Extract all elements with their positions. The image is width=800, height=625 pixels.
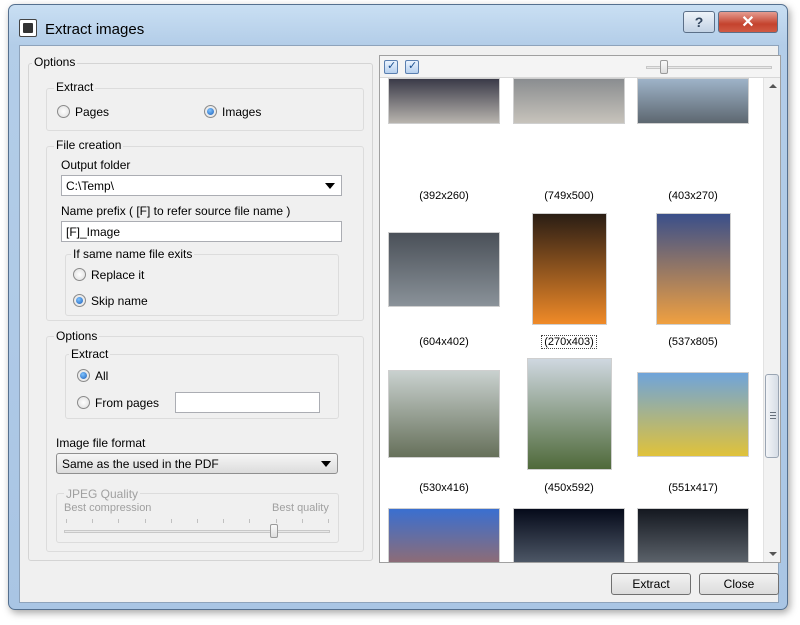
extract-button[interactable]: Extract	[611, 573, 691, 595]
select-all-icon[interactable]	[384, 59, 398, 74]
jpeg-max-label: Best quality	[272, 502, 329, 514]
all-pages-label[interactable]: All	[95, 369, 108, 383]
title-bar: Extract images ? ✕	[9, 5, 787, 47]
slider-tick	[275, 519, 277, 523]
slider-tick	[328, 519, 329, 523]
image-thumbnail[interactable]	[388, 370, 500, 458]
image-thumbnail[interactable]	[388, 508, 500, 562]
jpeg-quality-slider[interactable]	[64, 530, 330, 533]
extract-group-label: Extract	[54, 80, 96, 94]
slider-tick	[301, 519, 303, 523]
name-prefix-label: Name prefix ( [F] to refer source file n…	[61, 204, 291, 218]
image-thumbnail[interactable]	[637, 371, 749, 457]
replace-it-radio[interactable]	[73, 268, 86, 281]
extract-images-window: Extract images ? ✕ Options Extract Pages…	[8, 4, 788, 610]
thumbnail-toolbar	[380, 56, 780, 78]
help-button[interactable]: ?	[683, 11, 715, 33]
zoom-slider-thumb[interactable]	[660, 60, 669, 74]
vertical-scrollbar[interactable]	[763, 78, 780, 562]
extract-images-label[interactable]: Images	[222, 105, 261, 119]
file-creation-label: File creation	[54, 138, 124, 152]
slider-tick	[92, 519, 94, 523]
image-dimension-label: (392x260)	[419, 190, 469, 202]
scroll-up-arrow[interactable]	[769, 84, 777, 88]
pages-extract-label: Extract	[69, 347, 111, 361]
window-title: Extract images	[45, 21, 145, 38]
image-thumbnail[interactable]	[655, 213, 731, 325]
image-thumbnail-panel: (392x260) (749x500) (403x270) (604x402) (270…	[379, 55, 781, 563]
image-thumbnail[interactable]	[637, 508, 749, 562]
slider-tick	[223, 519, 225, 523]
same-name-label: If same name file exits	[71, 247, 195, 261]
slider-tick	[118, 519, 120, 523]
extract-pages-label[interactable]: Pages	[75, 105, 109, 119]
image-format-select[interactable]: Same as the used in the PDF	[56, 453, 338, 474]
close-window-button[interactable]: ✕	[718, 11, 778, 33]
slider-tick	[249, 519, 251, 523]
image-dimension-label: (604x402)	[419, 336, 469, 348]
options-group-label: Options	[32, 55, 78, 69]
image-dimension-label: (403x270)	[668, 190, 718, 202]
sub-options-label: Options	[54, 329, 100, 343]
image-dimension-label: (270x403)	[514, 335, 624, 349]
deselect-all-icon[interactable]	[405, 59, 419, 74]
skip-name-radio[interactable]	[73, 294, 86, 307]
jpeg-min-label: Best compression	[64, 502, 152, 514]
image-thumbnail[interactable]	[637, 78, 749, 124]
name-prefix-input[interactable]: [F]_Image	[61, 221, 342, 242]
image-format-value: Same as the used in the PDF	[62, 457, 219, 471]
dialog-body: Options Extract Pages Images File creati…	[19, 45, 781, 603]
image-dimension-label: (530x416)	[419, 482, 469, 494]
extract-images-radio[interactable]	[204, 105, 217, 118]
chevron-down-icon[interactable]	[321, 461, 331, 467]
close-button[interactable]: Close	[699, 573, 779, 595]
image-thumbnail[interactable]	[531, 213, 607, 325]
all-pages-radio[interactable]	[77, 369, 90, 382]
jpeg-quality-label: JPEG Quality	[64, 487, 141, 501]
from-pages-label[interactable]: From pages	[95, 396, 159, 410]
chevron-down-icon[interactable]	[325, 183, 335, 189]
image-thumbnail[interactable]	[526, 358, 612, 470]
app-icon	[19, 19, 37, 37]
from-pages-radio[interactable]	[77, 396, 90, 409]
output-folder-combo[interactable]: C:\Temp\	[61, 175, 342, 196]
output-folder-value: C:\Temp\	[66, 179, 115, 193]
skip-name-label[interactable]: Skip name	[91, 294, 148, 308]
image-dimension-label: (537x805)	[668, 336, 718, 348]
image-thumbnail[interactable]	[513, 508, 625, 562]
image-thumbnail[interactable]	[388, 231, 500, 307]
slider-tick	[66, 519, 67, 523]
image-format-label: Image file format	[56, 436, 146, 450]
slider-tick	[170, 519, 172, 523]
slider-tick	[144, 519, 146, 523]
output-folder-label: Output folder	[61, 158, 131, 172]
slider-tick	[197, 519, 198, 523]
replace-it-label[interactable]: Replace it	[91, 268, 144, 282]
scroll-down-arrow[interactable]	[769, 552, 777, 556]
image-dimension-label: (450x592)	[544, 482, 594, 494]
image-thumbnail[interactable]	[513, 78, 625, 124]
scroll-thumb[interactable]	[765, 374, 779, 458]
image-dimension-label: (551x417)	[668, 482, 718, 494]
image-dimension-label: (749x500)	[544, 190, 594, 202]
from-pages-input[interactable]	[175, 392, 320, 413]
extract-pages-radio[interactable]	[57, 105, 70, 118]
image-thumbnail[interactable]	[388, 78, 500, 124]
jpeg-quality-thumb[interactable]	[270, 524, 279, 538]
